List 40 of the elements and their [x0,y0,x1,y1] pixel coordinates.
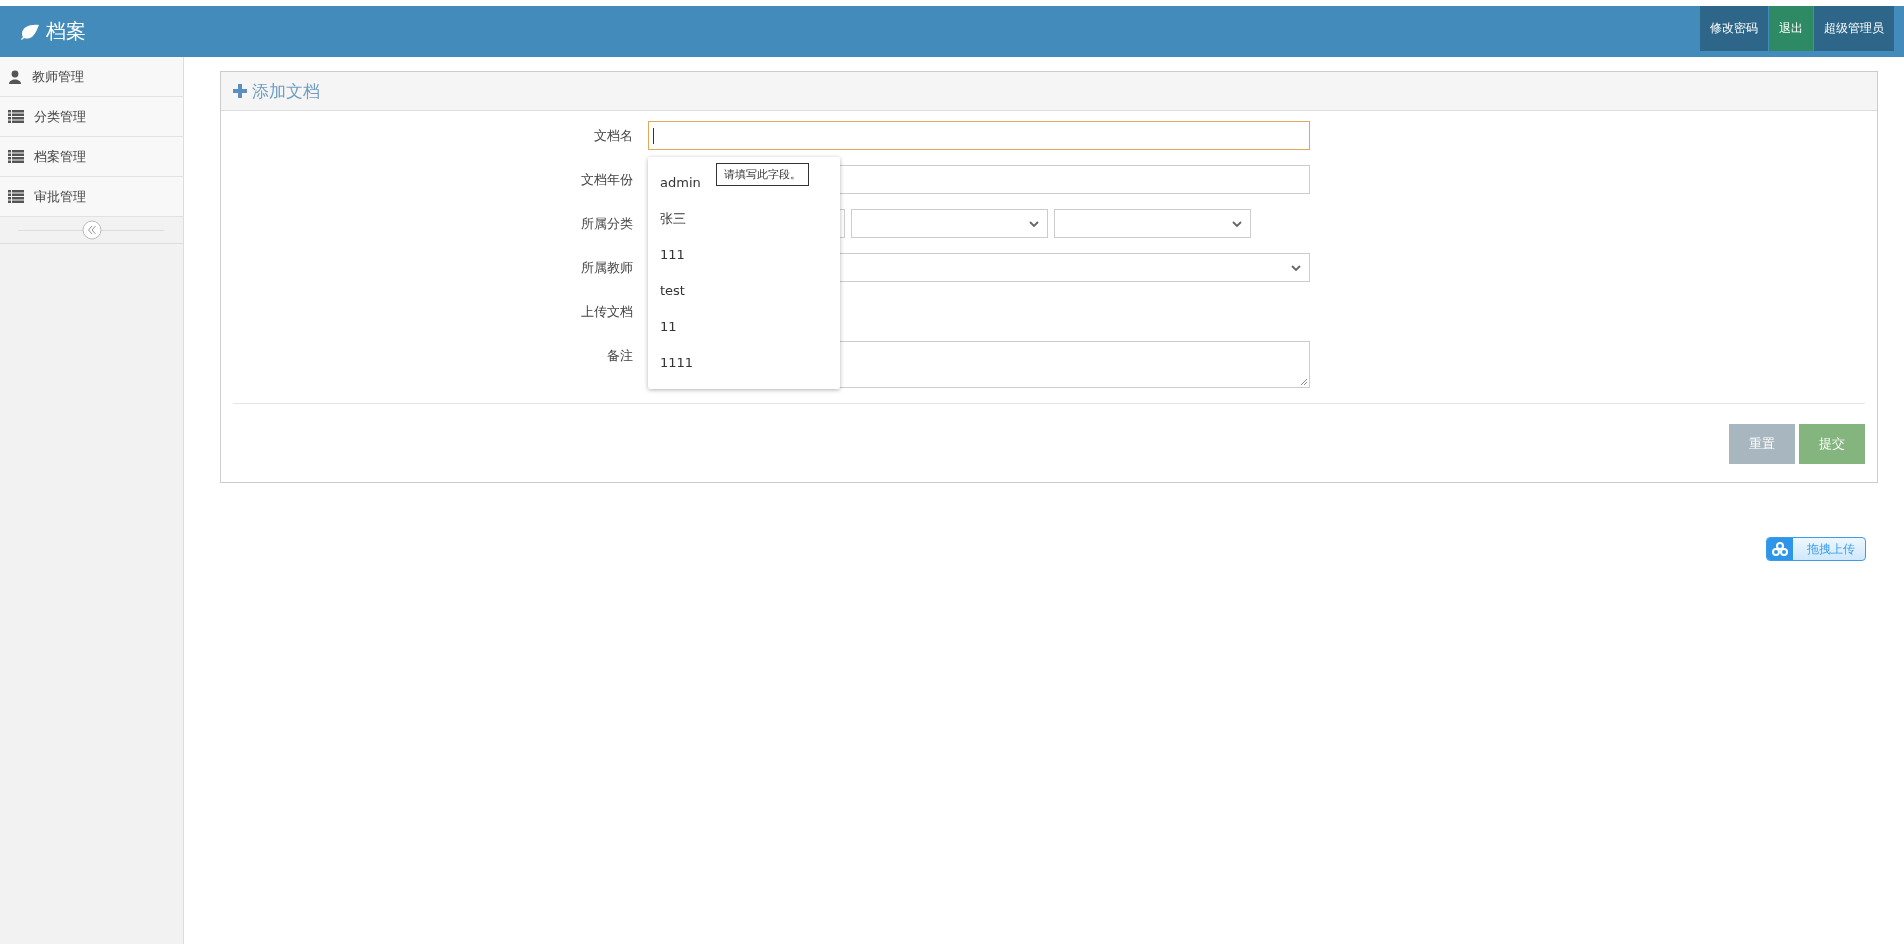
header-button[interactable]: 超级管理员 [1814,6,1894,51]
sidebar-label: 审批管理 [34,187,86,206]
cloud-icon [1772,542,1788,556]
suggestion-item[interactable]: 张三 [648,201,840,237]
suggestion-item[interactable]: 111 [648,237,840,273]
field-label: 所属分类 [580,214,634,233]
sidebar-item[interactable]: 审批管理 [0,177,183,217]
plus-icon [233,84,247,98]
sidebar-label: 档案管理 [34,147,86,166]
header-button[interactable]: 退出 [1769,6,1813,51]
sidebar-item[interactable]: 分类管理 [0,97,183,137]
sidebar-item[interactable]: 教师管理 [0,57,183,97]
app-title: 档案 [46,18,86,45]
field-label: 文档名 [593,126,634,145]
chevron-down-icon [1232,220,1242,227]
text-field[interactable] [648,121,1310,150]
chevron-down-icon [1029,220,1039,227]
field-label: 文档年份 [580,170,634,189]
select-field[interactable] [1054,209,1251,238]
user-icon [8,69,22,84]
suggestion-item[interactable]: 1111 [648,345,840,381]
header-button[interactable]: 修改密码 [1700,6,1768,51]
sidebar-item[interactable]: 档案管理 [0,137,183,177]
list-icon [8,110,24,123]
suggestion-item[interactable]: 11 [648,309,840,345]
select-field[interactable] [851,209,1048,238]
field-label: 所属教师 [580,258,634,277]
sidebar-label: 教师管理 [32,67,84,86]
sidebar-label: 分类管理 [34,107,86,126]
field-label: 备注 [606,347,634,365]
field-label: 上传文档 [580,302,634,321]
leaf-icon [20,23,40,40]
validation-tooltip: 请填写此字段。 [716,163,809,186]
collapse-icon[interactable] [81,220,102,240]
suggestion-item[interactable]: test [648,273,840,309]
list-icon [8,190,24,203]
resize-grip-icon [1300,378,1308,386]
chevron-down-icon [1291,264,1301,271]
panel-title: 添加文档 [252,79,320,103]
list-icon [8,150,24,163]
